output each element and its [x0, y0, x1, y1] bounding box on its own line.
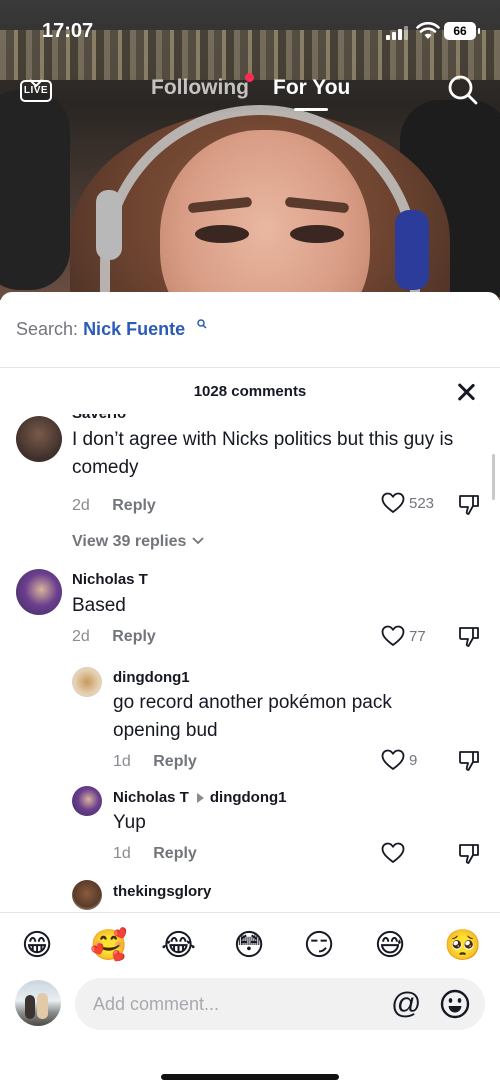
avatar-figure: [37, 993, 48, 1019]
avatar[interactable]: [16, 416, 62, 462]
comments-header: 1028 comments: [0, 368, 500, 414]
status-bar: 17:07 66: [0, 0, 500, 64]
comment-meta: 2d Reply: [72, 497, 156, 515]
comment-age: 1d: [113, 845, 131, 862]
search-prefix: Search:: [16, 319, 79, 339]
like-button[interactable]: 9: [381, 749, 417, 771]
wifi-icon: [416, 22, 440, 39]
emoji-smirk-button[interactable]: 😏: [302, 929, 336, 963]
eye-right: [290, 225, 344, 243]
reply-to-user[interactable]: dingdong1: [210, 789, 287, 806]
emoji-grin-button[interactable]: 😁: [20, 929, 54, 963]
mention-button[interactable]: @: [391, 988, 421, 1020]
scrollbar[interactable]: [492, 454, 495, 500]
avatar-figure: [25, 995, 35, 1019]
comment-input[interactable]: [93, 978, 383, 1030]
comment-input-row: @: [0, 978, 500, 1048]
comments-sheet: Search: Nick Fuente 1028 comments Saveri…: [0, 292, 500, 1083]
heart-icon: [381, 842, 405, 863]
headset-earcup-left: [96, 190, 122, 260]
comment-author[interactable]: Nicholas T dingdong1: [113, 789, 287, 806]
tab-following[interactable]: Following: [151, 76, 249, 100]
live-label: LIVE: [20, 80, 52, 102]
comment-input-box[interactable]: @: [75, 978, 485, 1030]
status-time: 17:07: [42, 20, 94, 42]
avatar[interactable]: [16, 569, 62, 615]
comment-text: go record another pokémon pack opening b…: [113, 692, 392, 741]
comment-age: 2d: [72, 497, 90, 514]
like-button[interactable]: [381, 842, 409, 864]
eye-left: [195, 225, 249, 243]
comments-list[interactable]: Saverio I don’t agree with Nicks politic…: [0, 414, 500, 912]
like-button[interactable]: 523: [381, 492, 434, 514]
heart-icon: [381, 492, 405, 513]
reply-author[interactable]: Nicholas T: [113, 789, 189, 806]
notification-dot: [245, 73, 254, 82]
top-navigation: LIVE Following For You: [0, 64, 500, 116]
search-term-icon: [197, 319, 207, 329]
heart-icon: [381, 625, 405, 646]
emoji-hearts-button[interactable]: 🥰: [90, 929, 127, 963]
dislike-icon[interactable]: [458, 494, 480, 516]
dislike-icon[interactable]: [458, 626, 480, 648]
search-banner-text: Search: Nick Fuente: [16, 319, 185, 340]
comment-author[interactable]: thekingsglory: [113, 883, 211, 900]
headset-earcup-right: [395, 210, 429, 290]
my-avatar: [15, 980, 61, 1026]
battery-indicator: 66: [444, 22, 480, 40]
view-replies-button[interactable]: View 39 replies: [72, 533, 205, 551]
comment-meta: 1d Reply: [113, 753, 197, 771]
like-button[interactable]: 77: [381, 625, 426, 647]
comment-text: Based: [72, 595, 126, 616]
comment-text: I don’t agree with Nicks politics but th…: [72, 429, 454, 478]
comment-text: Yup: [113, 812, 146, 833]
home-indicator[interactable]: [161, 1074, 339, 1080]
comment-meta: 2d Reply: [72, 628, 156, 646]
comment-age: 1d: [113, 753, 131, 770]
like-count: 9: [409, 751, 418, 769]
reply-button[interactable]: Reply: [153, 845, 197, 862]
acoustic-foam-left: [0, 90, 70, 290]
reply-button[interactable]: Reply: [112, 628, 156, 645]
reply-to-arrow-icon: [196, 792, 204, 803]
comment-author[interactable]: Nicholas T: [72, 571, 148, 588]
tab-for-you[interactable]: For You: [273, 76, 350, 100]
dislike-icon[interactable]: [458, 750, 480, 772]
cellular-signal-icon: [386, 24, 410, 40]
search-icon[interactable]: [447, 74, 479, 106]
reply-button[interactable]: Reply: [112, 497, 156, 514]
emoji-joy-button[interactable]: 😂: [161, 929, 196, 963]
related-search-banner[interactable]: Search: Nick Fuente: [0, 292, 500, 368]
emoji-flushed-button[interactable]: 😳: [232, 929, 266, 963]
search-term-link[interactable]: Nick Fuente: [83, 319, 185, 339]
like-count: 77: [409, 627, 426, 645]
comment-meta: 1d Reply: [113, 845, 197, 863]
comment-author[interactable]: dingdong1: [113, 669, 190, 686]
reply-button[interactable]: Reply: [153, 753, 197, 770]
chevron-down-icon: [192, 537, 204, 545]
heart-icon: [381, 749, 405, 770]
emoji-pleading-button[interactable]: 🥺: [444, 929, 481, 963]
view-replies-label: View 39 replies: [72, 533, 187, 550]
live-button[interactable]: LIVE: [20, 74, 52, 104]
dislike-icon[interactable]: [458, 843, 480, 865]
active-tab-indicator: [294, 108, 328, 111]
avatar[interactable]: [72, 667, 102, 697]
avatar[interactable]: [72, 786, 102, 816]
comment-age: 2d: [72, 628, 90, 645]
emoji-sweat-smile-button[interactable]: 😅: [373, 929, 407, 963]
emoji-quick-bar: 😁 🥰 😂 😳 😏 😅 🥺: [0, 912, 500, 978]
emoji-picker-icon[interactable]: [439, 988, 471, 1020]
close-icon[interactable]: [456, 382, 476, 402]
comment-author[interactable]: Saverio: [72, 414, 126, 422]
comments-count: 1028 comments: [193, 383, 307, 400]
avatar[interactable]: [72, 880, 102, 910]
like-count: 523: [409, 494, 435, 512]
